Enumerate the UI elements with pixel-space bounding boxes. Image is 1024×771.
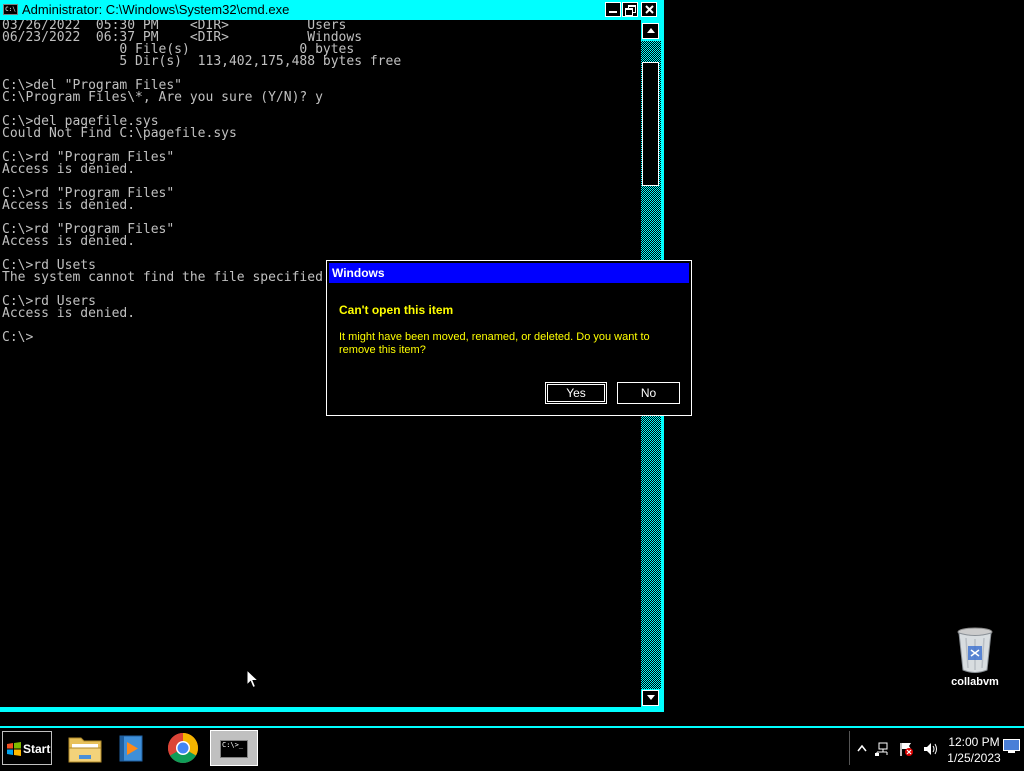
- start-label: Start: [23, 742, 51, 756]
- system-tray: 12:00 PM 1/25/2023: [849, 731, 1024, 765]
- dialog-titlebar[interactable]: Windows: [329, 263, 689, 283]
- minimize-button[interactable]: [605, 2, 621, 17]
- chrome-icon: [167, 733, 199, 764]
- yes-button[interactable]: Yes: [545, 382, 607, 404]
- no-button[interactable]: No: [617, 382, 680, 404]
- show-desktop-icon[interactable]: [1003, 739, 1020, 754]
- scrollbar-thumb[interactable]: [642, 62, 659, 186]
- scroll-up-button[interactable]: [642, 23, 659, 39]
- close-icon: [645, 5, 654, 14]
- dialog-message: It might have been moved, renamed, or de…: [339, 331, 650, 356]
- cmd-icon: C:\>_: [220, 740, 248, 758]
- error-dialog: Windows Can't open this item It might ha…: [326, 260, 692, 416]
- recycle-bin-label: collabvm: [951, 676, 999, 688]
- cmd-window-icon[interactable]: C:\: [3, 4, 18, 15]
- network-icon[interactable]: [874, 741, 890, 757]
- taskbar-cmd[interactable]: C:\>_: [210, 730, 258, 766]
- cmd-window-title: Administrator: C:\Windows\System32\cmd.e…: [22, 2, 290, 17]
- media-player-icon: [119, 735, 143, 762]
- close-button[interactable]: [641, 2, 657, 17]
- desktop: C:\ Administrator: C:\Windows\System32\c…: [0, 0, 1024, 726]
- cmd-titlebar[interactable]: C:\ Administrator: C:\Windows\System32\c…: [0, 0, 664, 20]
- scroll-down-button[interactable]: [642, 690, 659, 706]
- dialog-heading: Can't open this item: [339, 303, 454, 317]
- chevron-up-icon[interactable]: [854, 741, 870, 757]
- mouse-cursor-icon: [246, 669, 259, 689]
- action-center-flag-icon[interactable]: [898, 741, 914, 757]
- taskbar: Start C:\>_ 12:00 PM 1/25/2023: [0, 726, 1024, 768]
- taskbar-media-player[interactable]: [108, 730, 154, 766]
- recycle-bin-icon: [957, 627, 993, 673]
- clock-date[interactable]: 1/25/2023: [938, 751, 1010, 765]
- volume-icon[interactable]: [922, 741, 938, 757]
- dialog-title: Windows: [332, 266, 385, 280]
- windows-logo-icon: [7, 742, 21, 756]
- taskbar-file-explorer[interactable]: [62, 730, 108, 766]
- clock-time[interactable]: 12:00 PM: [938, 735, 1010, 749]
- file-explorer-icon: [68, 737, 102, 763]
- taskbar-chrome[interactable]: [160, 730, 206, 766]
- start-button[interactable]: Start: [2, 731, 52, 765]
- restore-button[interactable]: [622, 2, 638, 17]
- recycle-bin-shortcut[interactable]: collabvm: [940, 624, 1010, 694]
